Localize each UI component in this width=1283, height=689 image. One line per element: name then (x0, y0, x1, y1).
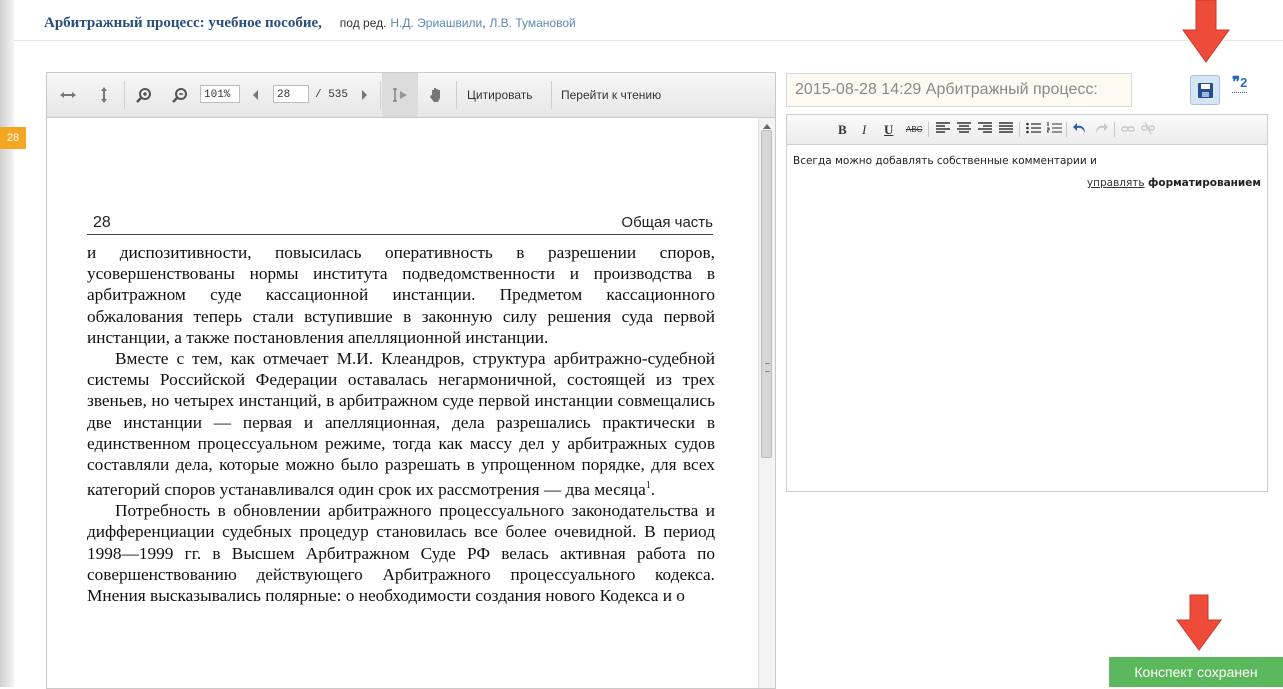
page-badge: 28 (0, 127, 26, 149)
editors-prefix: под ред. (339, 16, 387, 30)
editor-separator: , (482, 16, 486, 30)
save-note-button[interactable] (1190, 75, 1220, 105)
document-viewer: 101% 28 / 535 Цитировать Перейти к чтени… (46, 72, 776, 689)
text-select-icon[interactable] (382, 73, 418, 117)
page-section: Общая часть (621, 214, 713, 231)
fit-width-icon[interactable] (51, 73, 85, 117)
editor-text-line: Всегда можно добавлять собственные комме… (793, 155, 1097, 167)
floppy-disk-icon (1198, 83, 1213, 98)
editor-toolbar-divider (1019, 122, 1020, 137)
document-scrollbar[interactable] (758, 118, 775, 688)
header-divider (14, 40, 1283, 41)
prev-page-icon[interactable] (245, 73, 267, 117)
fit-height-icon[interactable] (87, 73, 121, 117)
paragraph-end: . (650, 480, 656, 499)
editor-toolbar-divider (1114, 122, 1115, 137)
editor-toolbar: B I U ABC (787, 115, 1267, 145)
align-left-icon[interactable] (936, 121, 950, 138)
scroll-grip-icon (765, 363, 770, 372)
cite-button[interactable]: Цитировать (467, 73, 533, 117)
zoom-out-icon[interactable] (163, 73, 197, 117)
align-justify-icon[interactable] (999, 121, 1013, 138)
align-center-icon[interactable] (957, 121, 971, 138)
unlink-icon[interactable] (1141, 121, 1155, 138)
hand-tool-icon[interactable] (419, 73, 453, 117)
viewer-toolbar: 101% 28 / 535 Цитировать Перейти к чтени… (47, 73, 775, 118)
editor-body[interactable]: Всегда можно добавлять собственные комме… (793, 155, 1261, 189)
page-input[interactable]: 28 (273, 85, 309, 103)
note-editor: B I U ABC Всегда можно добавлять собстве… (786, 114, 1268, 492)
bullet-list-icon[interactable] (1026, 121, 1041, 138)
book-header: Арбитражный процесс: учебное пособие, по… (44, 14, 576, 32)
saved-notification: Конспект сохранен (1109, 657, 1283, 687)
editor-bold-text: форматированием (1147, 177, 1261, 189)
toolbar-divider (380, 81, 381, 109)
align-right-icon[interactable] (978, 121, 992, 138)
page-number: 28 (93, 214, 111, 231)
citation-count: 2 (1240, 75, 1248, 90)
red-arrow-icon (1182, 0, 1230, 63)
bold-button[interactable]: B (838, 121, 847, 138)
note-title-input[interactable]: 2015-08-28 14:29 Арбитражный процесс: (786, 73, 1132, 107)
numbered-list-icon[interactable] (1046, 121, 1062, 138)
paragraph: Потребность в обновлении арбитражного пр… (87, 501, 715, 606)
book-title[interactable]: Арбитражный процесс: учебное пособие, (44, 15, 322, 31)
document-text: и диспозитивности, повысилась оперативно… (87, 242, 715, 606)
left-shadow (0, 0, 14, 687)
paragraph: Вместе с тем, как отмечает М.И. Клеандро… (87, 348, 715, 500)
editor-link-2[interactable]: Л.В. Тумановой (489, 16, 575, 30)
scroll-thumb[interactable] (761, 130, 772, 458)
red-arrow-icon (1176, 594, 1222, 651)
paragraph: и диспозитивности, повысилась оперативно… (87, 243, 715, 347)
underline-button[interactable]: U (884, 121, 893, 138)
quote-icon: ❞ (1232, 75, 1241, 91)
italic-button[interactable]: I (862, 121, 866, 138)
next-page-icon[interactable] (353, 73, 375, 117)
scroll-up-arrow-icon[interactable] (763, 124, 771, 129)
citation-counter[interactable]: ❞2 (1232, 73, 1248, 93)
zoom-input[interactable]: 101% (200, 85, 240, 103)
page-running-head: 28 Общая часть (87, 194, 713, 235)
paragraph-text: Вместе с тем, как отмечает М.И. Клеандро… (87, 349, 715, 499)
page-total: / 535 (315, 89, 349, 101)
link-icon[interactable] (1121, 121, 1135, 138)
toolbar-divider (551, 81, 552, 109)
undo-icon[interactable] (1073, 121, 1087, 138)
strike-button[interactable]: ABC (906, 121, 922, 138)
goto-reading-button[interactable]: Перейти к чтению (561, 73, 661, 117)
editor-toolbar-divider (928, 122, 929, 137)
editor-toolbar-divider (1066, 122, 1067, 137)
editor-text-line: управлять форматированием (793, 177, 1261, 189)
toolbar-divider (124, 81, 125, 109)
editor-link-1[interactable]: Н.Д. Эриашвили (390, 16, 482, 30)
zoom-in-icon[interactable] (127, 73, 161, 117)
toolbar-divider (456, 81, 457, 109)
redo-icon[interactable] (1094, 121, 1108, 138)
editor-underlined-text: управлять (1086, 177, 1145, 189)
